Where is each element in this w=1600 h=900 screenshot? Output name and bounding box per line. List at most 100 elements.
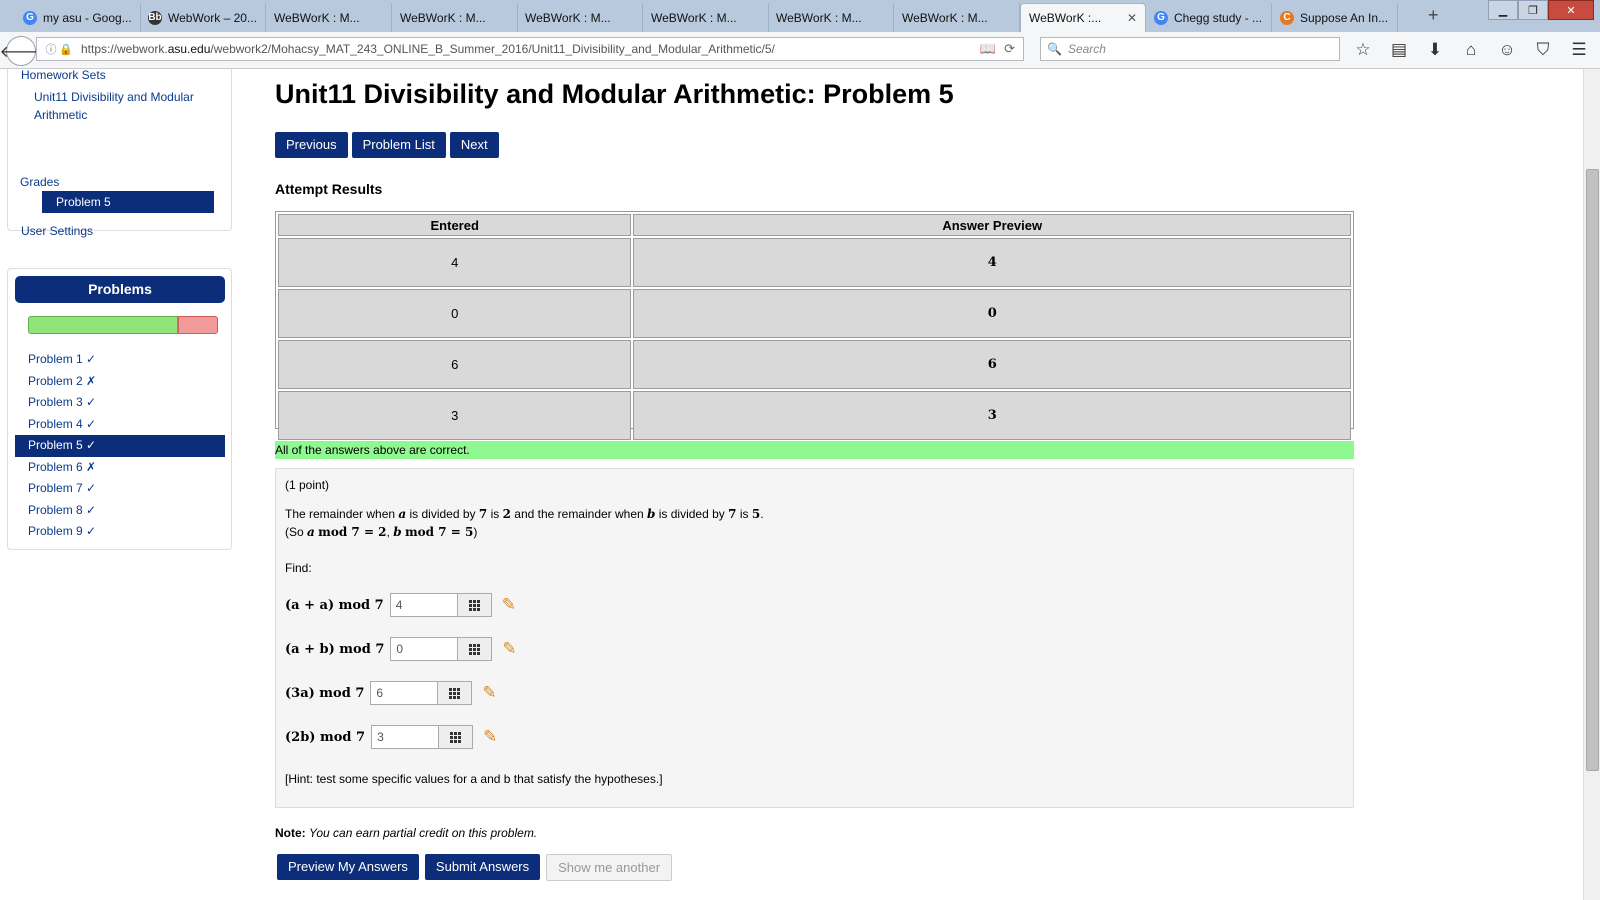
pencil-icon[interactable]: ✎: [502, 595, 516, 615]
restore-button[interactable]: ❐: [1518, 0, 1548, 20]
tab-title: my asu - Goog...: [43, 10, 132, 25]
reload-icon[interactable]: ⟳: [1004, 41, 1015, 57]
answer-label: (a + b) mod 7: [285, 641, 385, 657]
submit-answers-button[interactable]: Submit Answers: [424, 854, 541, 880]
pencil-icon[interactable]: ✎: [483, 727, 497, 747]
problem-find: Find:: [285, 561, 312, 575]
browser-tab[interactable]: WeBWorK : M...: [517, 3, 643, 32]
answer-input[interactable]: 6: [370, 681, 439, 705]
browser-tab[interactable]: WeBWorK : M...: [768, 3, 894, 32]
home-icon[interactable]: ⌂: [1460, 40, 1482, 60]
table-row: 33: [278, 391, 1351, 440]
sidebar-problem-8[interactable]: Problem 8 ✓: [15, 500, 225, 522]
close-tab-icon[interactable]: ✕: [1127, 11, 1137, 25]
grid-icon: [468, 599, 480, 611]
answer-label: (3a) mod 7: [285, 685, 365, 701]
problem-statement-mod: (So a mod 7 = 2, b mod 7 = 5): [285, 525, 478, 539]
show-another-button[interactable]: Show me another: [546, 854, 673, 881]
sidebar-grades-link[interactable]: Grades: [20, 173, 59, 191]
answer-input[interactable]: 4: [389, 593, 458, 617]
url-text[interactable]: https://webwork.asu.edu/webwork2/Mohacsy…: [81, 42, 980, 56]
tab-title: WeBWorK : M...: [651, 10, 737, 25]
previous-button[interactable]: Previous: [275, 132, 348, 158]
table-row: 00: [278, 289, 1351, 338]
browser-tab[interactable]: G Chegg study - ...: [1146, 3, 1272, 32]
browser-tab[interactable]: WeBWorK : M...: [894, 3, 1020, 32]
answer-preview-cell: 4: [633, 238, 1351, 287]
correct-message: All of the answers above are correct.: [275, 441, 1354, 459]
problems-header: Problems: [15, 276, 225, 303]
browser-tab[interactable]: WeBWorK : M...: [392, 3, 518, 32]
sidebar-user-settings-link[interactable]: User Settings: [21, 222, 93, 240]
sidebar-problem-7[interactable]: Problem 7 ✓: [15, 478, 225, 500]
url-bar[interactable]: ⓘ 🔒 https://webwork.asu.edu/webwork2/Moh…: [36, 37, 1024, 61]
bookmark-star-icon[interactable]: ☆: [1352, 40, 1374, 60]
browser-tab[interactable]: C Suppose An In...: [1272, 3, 1398, 32]
new-tab-button[interactable]: +: [1428, 5, 1439, 26]
chat-icon[interactable]: ☺: [1496, 40, 1518, 60]
sidebar-problem-3[interactable]: Problem 3 ✓: [15, 392, 225, 414]
sidebar-nav: Homework Sets Unit11 Divisibility and Mo…: [7, 69, 232, 238]
download-icon[interactable]: ⬇: [1424, 40, 1446, 60]
problem-list-button[interactable]: Problem List: [351, 132, 446, 158]
sidebar-current-problem[interactable]: Problem 5: [42, 191, 214, 213]
preview-answers-button[interactable]: Preview My Answers: [277, 854, 419, 880]
google-icon: G: [1154, 10, 1168, 25]
scrollbar-thumb[interactable]: [1586, 169, 1599, 771]
browser-tab[interactable]: WeBWorK : M...: [266, 3, 392, 32]
close-window-button[interactable]: ✕: [1548, 0, 1594, 20]
chegg-icon: C: [1280, 10, 1294, 25]
column-header-answer-preview: Answer Preview: [633, 214, 1351, 236]
browser-tab[interactable]: WeBWorK :... ✕: [1020, 3, 1146, 32]
bb-icon: Bb: [148, 10, 162, 25]
sidebar-problem-4[interactable]: Problem 4 ✓: [15, 414, 225, 436]
sidebar-problem-6[interactable]: Problem 6 ✗: [15, 457, 225, 479]
menu-icon[interactable]: ☰: [1568, 40, 1590, 60]
reader-view-icon[interactable]: 📖: [980, 41, 996, 57]
equation-editor-button[interactable]: [458, 637, 493, 661]
browser-tab[interactable]: Gmy asu - Goog...: [15, 3, 141, 32]
column-header-entered: Entered: [278, 214, 632, 236]
sidebar-problem-2[interactable]: Problem 2 ✗: [15, 371, 225, 393]
grid-icon: [449, 687, 461, 699]
table-row: 44: [278, 238, 1351, 287]
attempt-results-title: Attempt Results: [275, 181, 383, 197]
next-button[interactable]: Next: [449, 132, 499, 158]
entered-cell: 4: [278, 238, 632, 287]
answer-input[interactable]: 0: [390, 637, 459, 661]
grid-icon: [469, 643, 481, 655]
entered-cell: 0: [278, 289, 632, 338]
google-icon: G: [23, 10, 37, 25]
back-arrow-icon[interactable]: 🡐: [0, 36, 42, 66]
answer-input[interactable]: 3: [371, 725, 440, 749]
answer-row: (a + a) mod 7 4 ✎: [285, 593, 516, 617]
answer-row: (3a) mod 7 6 ✎: [285, 681, 497, 705]
pencil-icon[interactable]: ✎: [502, 639, 516, 659]
progress-incorrect: [178, 316, 218, 334]
equation-editor-button[interactable]: [438, 681, 473, 705]
search-input[interactable]: 🔍 Search: [1040, 37, 1340, 61]
window-controls: ▁ ❐ ✕: [1488, 0, 1594, 20]
pencil-icon[interactable]: ✎: [482, 683, 496, 703]
sidebar-homework-sets-link[interactable]: Homework Sets: [21, 69, 106, 84]
vertical-scrollbar[interactable]: [1583, 69, 1600, 900]
sidebar-problem-5[interactable]: Problem 5 ✓: [15, 435, 225, 457]
reading-list-icon[interactable]: ▤: [1388, 40, 1410, 60]
browser-tab[interactable]: Bb WebWork – 20...: [140, 3, 266, 32]
sidebar-problem-1[interactable]: Problem 1 ✓: [15, 349, 225, 371]
answer-row: (2b) mod 7 3 ✎: [285, 725, 497, 749]
answer-label: (a + a) mod 7: [285, 597, 384, 613]
equation-editor-button[interactable]: [457, 593, 492, 617]
grid-icon: [450, 731, 462, 743]
answer-label: (2b) mod 7: [285, 729, 366, 745]
submit-controls: Preview My Answers Submit Answers Show m…: [277, 854, 673, 881]
pocket-icon[interactable]: ⛉: [1532, 40, 1554, 60]
equation-editor-button[interactable]: [439, 725, 474, 749]
tab-title: WeBWorK : M...: [274, 10, 360, 25]
minimize-button[interactable]: ▁: [1488, 0, 1518, 20]
sidebar-problem-9[interactable]: Problem 9 ✓: [15, 521, 225, 543]
browser-tab[interactable]: WeBWorK : M...: [643, 3, 769, 32]
sidebar-set-link[interactable]: Unit11 Divisibility and Modular Arithmet…: [34, 88, 209, 124]
info-icon[interactable]: ⓘ: [43, 41, 59, 57]
answer-preview-cell: 3: [633, 391, 1351, 440]
